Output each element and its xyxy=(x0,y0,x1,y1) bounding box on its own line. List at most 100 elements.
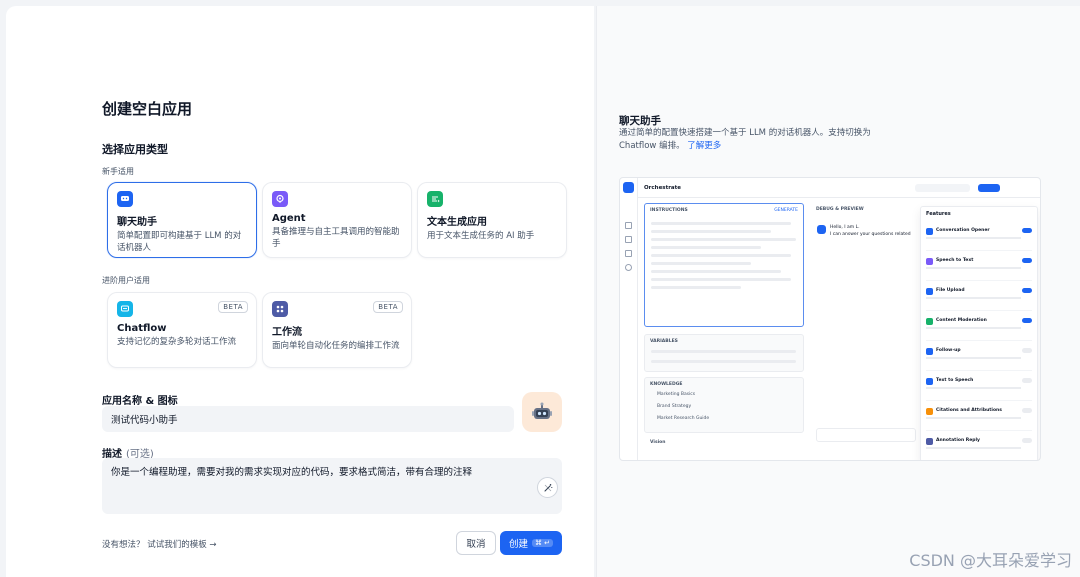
preview-debug-area: DEBUG & PREVIEW Hello, I am L. I can ans… xyxy=(812,203,920,453)
greeting-text-2: I can answer your questions related xyxy=(830,232,911,237)
feature-desc-line xyxy=(926,297,1021,299)
card-desc: 用于文本生成任务的 AI 助手 xyxy=(427,231,535,241)
feature-toggle xyxy=(1022,438,1032,443)
arrow-right-icon: → xyxy=(209,540,217,550)
feature-toggle xyxy=(1022,378,1032,383)
advanced-label: 进阶用户适用 xyxy=(102,276,150,285)
app-type-card-workflow[interactable]: BETA 工作流 面向单轮自动化任务的编排工作流 xyxy=(262,292,412,368)
card-desc: 具备推理与自主工具调用的智能助手 xyxy=(272,227,400,249)
generate-label: GENERATE xyxy=(774,208,798,213)
template-hint-link[interactable]: 没有想法？ 试试我们的模板 → xyxy=(102,538,217,550)
app-icon-picker[interactable] xyxy=(522,392,562,432)
beta-badge: BETA xyxy=(218,301,248,313)
app-type-card-text-generator[interactable]: 文本生成应用 用于文本生成任务的 AI 助手 xyxy=(417,182,567,258)
app-name-label: 应用名称 & 图标 xyxy=(102,396,178,407)
description-textarea[interactable]: 你是一个编程助理，需要对我的需求实现对应的代码，要求格式简洁，带有合理的注释 xyxy=(102,458,562,514)
create-button[interactable]: 创建 ⌘ ↵ xyxy=(500,531,562,555)
vision-label: Vision xyxy=(650,440,666,445)
watermark: CSDN @大耳朵爱学习 xyxy=(909,551,1072,570)
sidebar-nav-icon xyxy=(625,222,632,229)
feature-icon xyxy=(926,378,933,385)
feature-toggle xyxy=(1022,228,1032,233)
magic-wand-icon xyxy=(543,483,552,492)
placeholder-line xyxy=(651,246,761,249)
card-desc: 简单配置即可构建基于 LLM 的对话机器人 xyxy=(117,231,242,253)
greeting-text: Hello, I am L. xyxy=(830,225,860,230)
feature-icon xyxy=(926,408,933,415)
placeholder-line xyxy=(651,278,791,281)
knowledge-item: Brand Strategy xyxy=(657,404,692,409)
sidebar-nav-icon xyxy=(625,236,632,243)
preview-description: 通过简单的配置快速搭建一个基于 LLM 的对话机器人。支持切换为 Chatflo… xyxy=(619,127,889,153)
keyboard-shortcut-hint: ⌘ ↵ xyxy=(531,539,554,547)
agent-icon xyxy=(272,191,288,207)
card-title: 文本生成应用 xyxy=(427,217,487,228)
workflow-icon xyxy=(272,301,288,317)
features-title: Features xyxy=(926,211,951,217)
text-generator-icon xyxy=(427,191,443,207)
feature-item: Content Moderation xyxy=(926,315,1032,341)
app-type-card-chat-assistant[interactable]: 聊天助手 简单配置即可构建基于 LLM 的对话机器人 xyxy=(107,182,257,258)
template-hint-text: 没有想法？ 试试我们的模板 xyxy=(102,540,207,550)
feature-name: Annotation Reply xyxy=(936,438,980,443)
feature-desc-line xyxy=(926,417,1021,419)
chat-bubble-icon xyxy=(117,191,133,207)
feature-desc-line xyxy=(926,447,1021,449)
feature-name: Speech to Text xyxy=(936,258,974,263)
preview-variables-box: VARIABLES xyxy=(644,334,804,372)
robot-icon xyxy=(532,402,552,419)
card-desc: 支持记忆的复杂多轮对话工作流 xyxy=(117,337,237,347)
bot-avatar-icon xyxy=(817,225,826,234)
preview-header-title: Orchestrate xyxy=(644,185,681,191)
sidebar-nav-icon xyxy=(625,264,632,271)
feature-toggle xyxy=(1022,348,1032,353)
magic-wand-button[interactable] xyxy=(537,477,558,498)
card-title: 聊天助手 xyxy=(117,217,157,228)
feature-icon xyxy=(926,348,933,355)
feature-toggle xyxy=(1022,318,1032,323)
card-title: Chatflow xyxy=(117,323,167,334)
preview-instructions-box: INSTRUCTIONS GENERATE xyxy=(644,203,804,327)
chat-input-box xyxy=(816,428,916,442)
placeholder-line xyxy=(651,350,796,353)
feature-icon xyxy=(926,288,933,295)
placeholder-line xyxy=(651,230,771,233)
card-title: 工作流 xyxy=(272,327,302,338)
cancel-button[interactable]: 取消 xyxy=(456,531,496,555)
placeholder-line xyxy=(651,254,791,257)
feature-icon xyxy=(926,228,933,235)
dialog-title: 创建空白应用 xyxy=(102,100,193,118)
preview-description-text: 通过简单的配置快速搭建一个基于 LLM 的对话机器人。支持切换为 Chatflo… xyxy=(619,128,871,151)
app-logo-icon xyxy=(623,182,634,193)
app-name-input[interactable]: 测试代码小助手 xyxy=(102,406,514,432)
feature-name: File Upload xyxy=(936,288,965,293)
debug-label: DEBUG & PREVIEW xyxy=(816,207,864,212)
placeholder-line xyxy=(651,262,751,265)
placeholder-line xyxy=(651,286,741,289)
preview-header: Orchestrate xyxy=(638,178,1040,198)
feature-name: Citations and Attributions xyxy=(936,408,1002,413)
feature-name: Content Moderation xyxy=(936,318,987,323)
learn-more-link[interactable]: 了解更多 xyxy=(687,141,721,151)
feature-desc-line xyxy=(926,327,1021,329)
app-type-card-agent[interactable]: Agent 具备推理与自主工具调用的智能助手 xyxy=(262,182,412,258)
feature-item: Text to Speech xyxy=(926,375,1032,401)
preview-knowledge-box: KNOWLEDGE Marketing Basics Brand Strateg… xyxy=(644,377,804,433)
feature-item: Conversation Opener xyxy=(926,225,1032,251)
feature-name: Text to Speech xyxy=(936,378,974,383)
app-type-card-chatflow[interactable]: BETA Chatflow 支持记忆的复杂多轮对话工作流 xyxy=(107,292,257,368)
feature-icon xyxy=(926,438,933,445)
feature-item: Citations and Attributions xyxy=(926,405,1032,431)
preview-sidebar xyxy=(620,178,638,460)
sidebar-nav-icon xyxy=(625,250,632,257)
create-button-label: 创建 xyxy=(508,539,528,550)
feature-name: Follow-up xyxy=(936,348,961,353)
variables-label: VARIABLES xyxy=(650,339,678,344)
knowledge-item: Marketing Basics xyxy=(657,392,696,397)
feature-desc-line xyxy=(926,387,1021,389)
feature-item: Follow-up xyxy=(926,345,1032,371)
beta-badge: BETA xyxy=(373,301,403,313)
preview-screenshot: Orchestrate INSTRUCTIONS GENERATE VARIAB… xyxy=(619,177,1041,461)
feature-toggle xyxy=(1022,288,1032,293)
placeholder-line xyxy=(651,238,796,241)
